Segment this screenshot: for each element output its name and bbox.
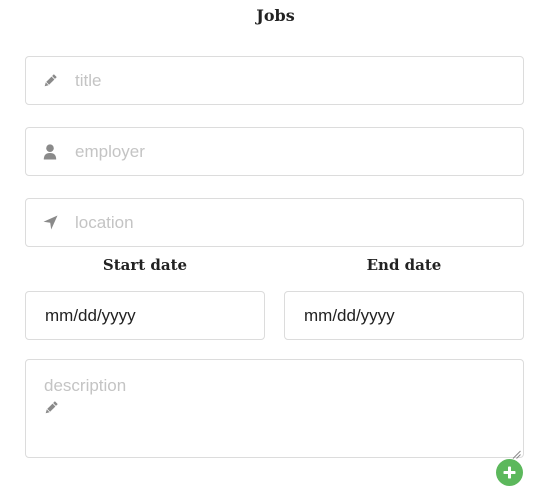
location-arrow-icon (41, 214, 59, 232)
start-date-label: Start date (102, 256, 188, 274)
title-field[interactable] (25, 56, 524, 105)
plus-icon (503, 466, 516, 479)
location-input[interactable] (75, 199, 511, 246)
pencil-icon (41, 72, 59, 90)
end-date-input[interactable]: mm/dd/yyyy (284, 291, 524, 340)
title-input[interactable] (75, 57, 511, 104)
section-title: Jobs (256, 6, 295, 25)
pencil-icon (43, 400, 61, 418)
description-textarea[interactable]: description (25, 359, 524, 459)
end-date-label: End date (366, 256, 442, 274)
description-placeholder: description (44, 376, 127, 395)
start-date-value: mm/dd/yyyy (45, 305, 136, 325)
employer-field[interactable] (25, 127, 524, 176)
add-job-button[interactable] (496, 459, 523, 486)
resize-grip-icon[interactable] (512, 446, 521, 459)
start-date-input[interactable]: mm/dd/yyyy (25, 291, 265, 340)
location-field[interactable] (25, 198, 524, 247)
end-date-value: mm/dd/yyyy (304, 305, 395, 325)
employer-input[interactable] (75, 128, 511, 175)
user-icon (41, 143, 59, 161)
